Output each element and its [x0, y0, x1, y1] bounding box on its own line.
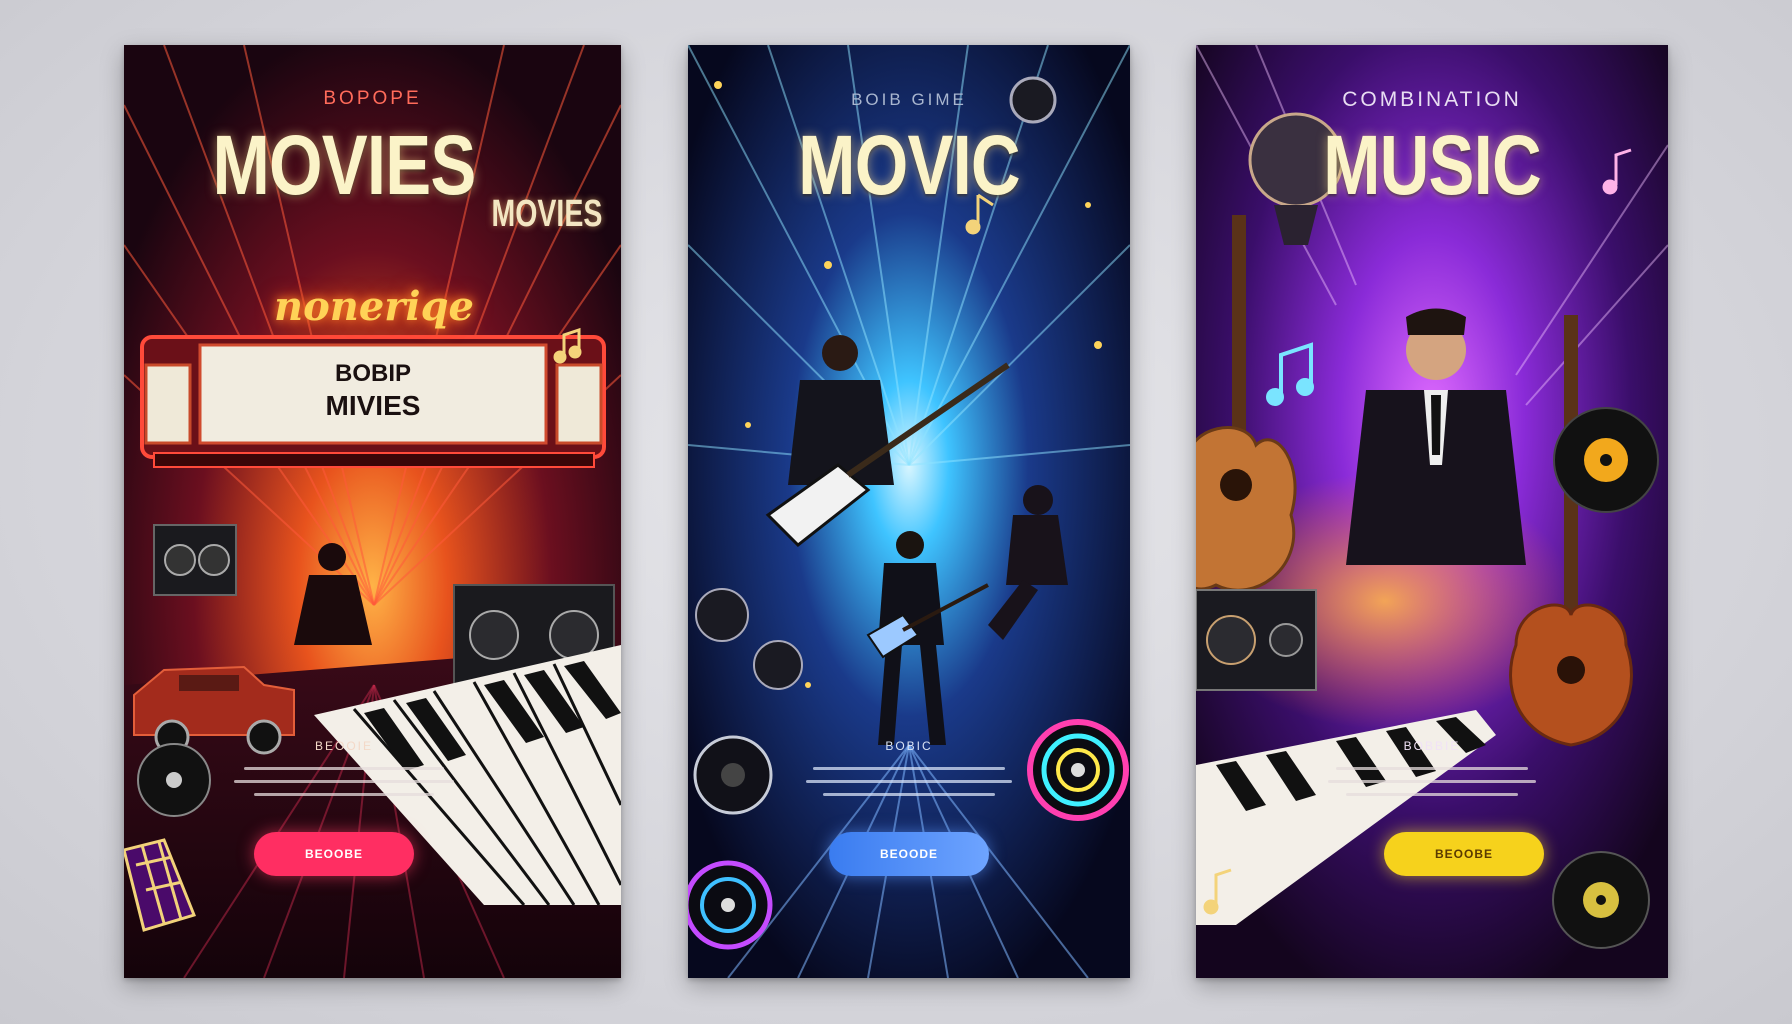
movic-body-line-1: [813, 767, 1005, 770]
music-body-line-2: [1328, 780, 1536, 783]
movic-cta-button[interactable]: BEOODE: [829, 832, 989, 876]
marquee-line2: MIVIES: [325, 390, 421, 421]
music-body-line-3: [1346, 793, 1518, 796]
music-title: MUSIC: [1323, 118, 1542, 212]
movies-body-line-3: [254, 793, 434, 796]
music-small-label: BOBBIE: [1403, 739, 1461, 753]
movies-subtitle: BOPOPE: [323, 88, 422, 109]
movic-body-line-2: [806, 780, 1012, 783]
music-body-line-1: [1336, 767, 1528, 770]
music-cta-button[interactable]: BEOOBE: [1384, 832, 1544, 876]
movies-side-title: MOVIES: [491, 193, 603, 235]
speaker-left: [153, 524, 237, 596]
poster-movies: BOPOPE MOVIES MOVIES noneriqe BOBIP MIVI…: [124, 45, 621, 978]
neon-vinyl-left: [688, 860, 773, 950]
poster-movic: BOIB GIME MOVIC BOBIC BEOODE: [688, 45, 1130, 978]
movic-small-label: BOBIC: [885, 739, 933, 753]
movies-small-label: BEOOIE: [314, 739, 373, 753]
movic-body-line-3: [823, 793, 995, 796]
vinyl-record-left: [137, 743, 211, 817]
speaker-left: [1196, 589, 1317, 691]
movies-title: MOVIES: [212, 118, 476, 212]
marquee-line1: BOBIP: [334, 360, 411, 387]
neon-sign: noneriqe: [274, 283, 474, 330]
music-subtitle: COMBINATION: [1342, 88, 1522, 111]
movies-body-line-2: [234, 780, 454, 783]
poster-music: COMBINATION MUSIC BOBBIE BEOOBE: [1196, 45, 1668, 978]
movies-cta-button[interactable]: BEOOBE: [254, 832, 414, 876]
movic-title: MOVIC: [798, 118, 1021, 212]
movies-body-line-1: [244, 767, 444, 770]
neon-vinyl-right: [1027, 719, 1129, 821]
movic-subtitle: BOIB GIME: [851, 90, 967, 109]
vinyl-record-right-bottom: [1552, 851, 1650, 949]
vinyl-record-right-top: [1553, 407, 1659, 513]
